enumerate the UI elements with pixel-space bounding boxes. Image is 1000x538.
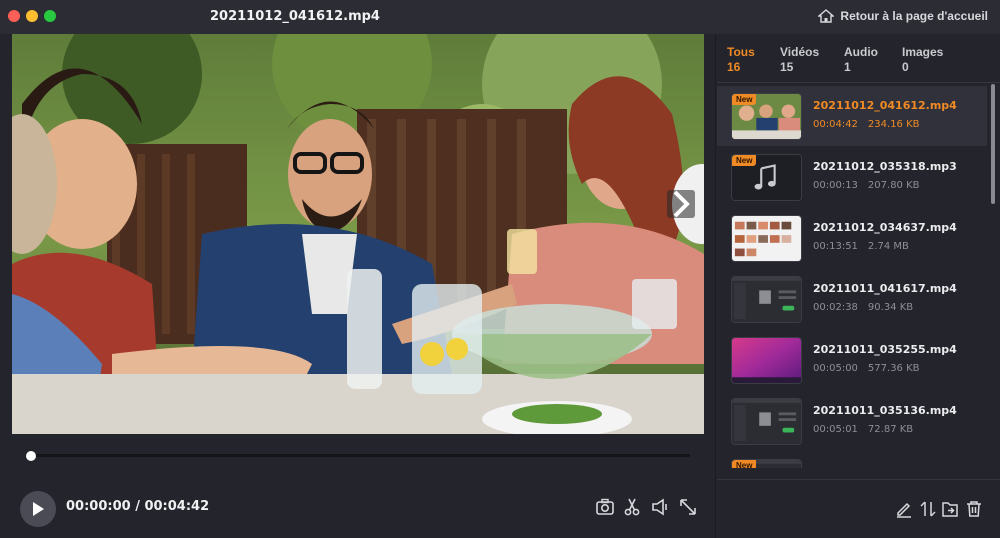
sort-icon[interactable] [919, 500, 937, 518]
file-duration: 00:02:38 [813, 302, 858, 313]
tab-videos[interactable]: Vidéos 15 [780, 45, 819, 75]
file-meta: 00:05:01 72.87 KB [813, 424, 913, 435]
thumbnail [731, 276, 802, 323]
file-size: 234.16 KB [867, 119, 920, 130]
video-frame-image [12, 34, 704, 434]
video-panel: 00:00:00 / 00:04:42 [0, 34, 716, 538]
file-name: 20211011_041617.mp4 [813, 282, 957, 295]
file-duration: 00:00:13 [813, 180, 858, 191]
list-item[interactable]: 20211012_034637.mp4 00:13:51 2.74 MB [717, 208, 987, 268]
file-meta: 00:00:13 207.80 KB [813, 180, 920, 191]
tabs-divider [717, 82, 1000, 83]
minimize-window-button[interactable] [26, 10, 38, 22]
new-badge: New [732, 94, 757, 105]
maximize-window-button[interactable] [44, 10, 56, 22]
scissors-icon[interactable] [622, 497, 642, 517]
tab-images-label: Images [902, 45, 944, 59]
list-item[interactable]: 20211011_035136.mp4 00:05:01 72.87 KB [717, 391, 987, 451]
file-duration: 00:05:00 [813, 363, 858, 374]
thumbnail: New [731, 154, 802, 201]
thumbnail [731, 398, 802, 445]
tab-videos-label: Vidéos [780, 45, 820, 59]
list-item[interactable]: 20211011_041617.mp4 00:02:38 90.34 KB [717, 269, 987, 329]
thumbnail: New [731, 93, 802, 140]
file-duration: 00:13:51 [813, 241, 858, 252]
toolbar-divider [717, 479, 1000, 480]
file-meta: 00:13:51 2.74 MB [813, 241, 909, 252]
time-display: 00:00:00 / 00:04:42 [66, 499, 210, 514]
media-list-panel: Tous 16 Vidéos 15 Audio 1 Images 0 New 2… [717, 34, 1000, 538]
play-icon [33, 502, 44, 516]
thumbnail [731, 337, 802, 384]
fullscreen-icon[interactable] [678, 497, 698, 517]
progress-handle[interactable] [26, 451, 36, 461]
play-button[interactable] [20, 491, 56, 527]
new-badge: New [732, 460, 757, 468]
export-icon[interactable] [941, 500, 959, 518]
chevron-right-icon [673, 190, 690, 218]
file-name: 20211012_041612.mp4 [813, 99, 957, 112]
file-size: 577.36 KB [867, 363, 920, 374]
list-item[interactable]: New 20211012_035318.mp3 00:00:13 207.80 K… [717, 147, 987, 207]
file-size: 90.34 KB [867, 302, 914, 313]
tab-images-count: 0 [902, 60, 909, 74]
file-name: 20211012_035318.mp3 [813, 160, 957, 173]
window-title: 20211012_041612.mp4 [210, 9, 380, 24]
file-meta: 00:04:42 234.16 KB [813, 119, 920, 130]
camera-icon[interactable] [595, 497, 615, 517]
progress-track[interactable] [30, 454, 690, 457]
home-button[interactable]: Retour à la page d'accueil [818, 9, 988, 23]
file-name: 20211011_035255.mp4 [813, 343, 957, 356]
file-size: 207.80 KB [867, 180, 920, 191]
thumbnail: New [731, 459, 802, 468]
list-item[interactable]: New 20211012_041612.mp4 00:04:42 234.16 K… [717, 86, 987, 146]
tab-all[interactable]: Tous 16 [727, 45, 755, 75]
close-window-button[interactable] [8, 10, 20, 22]
file-duration: 00:05:01 [813, 424, 858, 435]
home-icon [818, 9, 835, 23]
file-size: 2.74 MB [867, 241, 909, 252]
file-name: 20211011_035136.mp4 [813, 404, 957, 417]
video-preview[interactable] [12, 34, 704, 434]
tab-all-label: Tous [727, 45, 755, 59]
tab-audio[interactable]: Audio 1 [844, 45, 878, 75]
thumbnail [731, 215, 802, 262]
tab-audio-label: Audio [844, 45, 878, 59]
file-meta: 00:05:00 577.36 KB [813, 363, 920, 374]
trash-icon[interactable] [965, 500, 983, 518]
tab-videos-count: 15 [780, 60, 794, 74]
tab-audio-count: 1 [844, 60, 851, 74]
new-badge: New [732, 155, 757, 166]
file-name: 20211012_034637.mp4 [813, 221, 957, 234]
speaker-icon[interactable] [650, 497, 670, 517]
file-size: 72.87 KB [867, 424, 914, 435]
title-bar: 20211012_041612.mp4 Retour à la page d'a… [0, 0, 1000, 34]
media-list[interactable]: New 20211012_041612.mp4 00:04:42 234.16 K… [717, 84, 1000, 468]
list-item[interactable]: 20211011_035255.mp4 00:05:00 577.36 KB [717, 330, 987, 390]
file-duration: 00:04:42 [813, 119, 858, 130]
file-meta: 00:02:38 90.34 KB [813, 302, 913, 313]
edit-icon[interactable] [895, 500, 913, 518]
list-scrollbar[interactable] [991, 84, 995, 204]
tab-images[interactable]: Images 0 [902, 45, 943, 75]
list-item[interactable]: New [717, 452, 987, 468]
home-label: Retour à la page d'accueil [840, 9, 988, 23]
tab-all-count: 16 [727, 60, 741, 74]
next-frame-button[interactable] [667, 190, 695, 218]
